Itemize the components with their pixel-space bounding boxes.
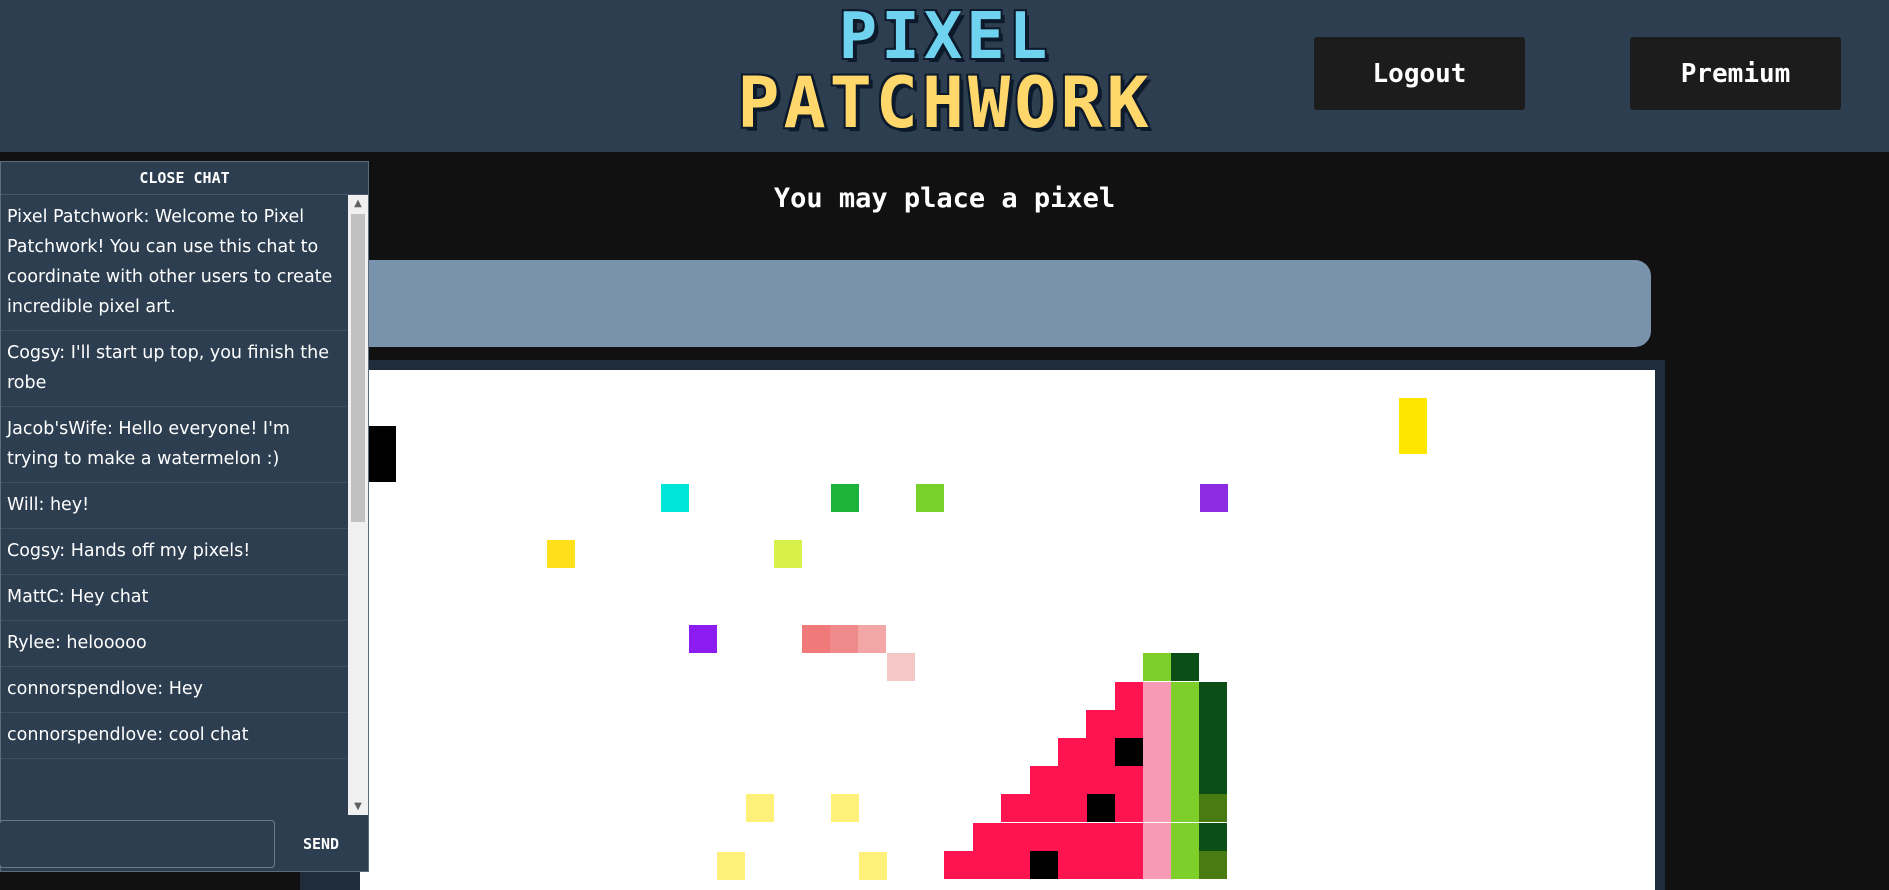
watermelon-rind-pixel [1171, 766, 1199, 794]
watermelon-rind-pixel [1171, 823, 1199, 851]
watermelon-rind-pixel [1171, 653, 1199, 681]
chat-message-input[interactable] [0, 820, 275, 868]
canvas-pixel [689, 625, 717, 653]
canvas-pixel [661, 484, 689, 512]
chat-message: Will: hey! [1, 483, 347, 529]
chat-message: Pixel Patchwork: Welcome to Pixel Patchw… [1, 195, 347, 331]
watermelon-rind-pixel [1199, 710, 1227, 738]
chat-scrollbar[interactable]: ▲ ▼ [348, 195, 368, 815]
scroll-thumb[interactable] [351, 214, 365, 522]
canvas-pixel [830, 625, 858, 653]
close-chat-button[interactable]: CLOSE CHAT [1, 162, 368, 195]
watermelon-seed-pixel [1030, 851, 1058, 879]
canvas-pixel [831, 794, 859, 822]
canvas-pixel [859, 852, 887, 880]
watermelon-rind-pixel [1199, 766, 1227, 794]
canvas-pixel [831, 484, 859, 512]
chat-message-list[interactable]: Pixel Patchwork: Welcome to Pixel Patchw… [1, 195, 347, 815]
watermelon-flesh-pixel [1001, 794, 1143, 822]
send-button[interactable]: SEND [286, 823, 356, 865]
pixel-canvas[interactable] [360, 370, 1655, 890]
chat-message: connorspendlove: cool chat [1, 713, 347, 759]
chat-message: Cogsy: Hands off my pixels! [1, 529, 347, 575]
chat-panel: CLOSE CHAT Pixel Patchwork: Welcome to P… [0, 161, 369, 872]
logo-word-patchwork: PATCHWORK [737, 62, 1153, 144]
canvas-pixel [774, 540, 802, 568]
watermelon-rind-pixel [1143, 766, 1171, 794]
chat-message: Cogsy: I'll start up top, you finish the… [1, 331, 347, 407]
watermelon-rind-pixel [1171, 738, 1199, 766]
watermelon-rind-pixel [1143, 653, 1171, 681]
chat-message: connorspendlove: Hey [1, 667, 347, 713]
canvas-pixel [746, 794, 774, 822]
canvas-pixel [858, 625, 886, 653]
scroll-up-arrow-icon[interactable]: ▲ [348, 195, 368, 212]
watermelon-rind-pixel [1171, 851, 1199, 879]
watermelon-rind-pixel [1171, 710, 1199, 738]
watermelon-rind-pixel [1143, 794, 1171, 822]
watermelon-rind-pixel [1171, 794, 1199, 822]
watermelon-rind-pixel [1199, 738, 1227, 766]
pixel-patchwork-logo: PIXEL PATCHWORK [700, 0, 1190, 150]
chat-message: Jacob'sWife: Hello everyone! I'm trying … [1, 407, 347, 483]
canvas-pixel [717, 852, 745, 880]
canvas-pixel [1399, 398, 1427, 454]
canvas-pixel [547, 540, 575, 568]
premium-button[interactable]: Premium [1630, 37, 1841, 110]
watermelon-rind-pixel [1143, 738, 1171, 766]
watermelon-rind-pixel [1199, 851, 1227, 879]
watermelon-rind-pixel [1143, 682, 1171, 710]
chat-input-row: SEND [0, 817, 368, 872]
watermelon-seed-pixel [1115, 738, 1143, 766]
color-palette-bar[interactable] [300, 260, 1651, 347]
watermelon-seed-pixel [1087, 794, 1115, 822]
logout-button[interactable]: Logout [1314, 37, 1525, 110]
watermelon-rind-pixel [1199, 682, 1227, 710]
scroll-down-arrow-icon[interactable]: ▼ [348, 798, 368, 815]
top-header: PIXEL PATCHWORK Logout Premium [0, 0, 1889, 152]
watermelon-rind-pixel [1143, 823, 1171, 851]
canvas-pixel [368, 426, 396, 482]
watermelon-flesh-pixel [973, 823, 1143, 851]
watermelon-rind-pixel [1199, 794, 1227, 822]
canvas-pixel [916, 484, 944, 512]
watermelon-rind-pixel [1143, 710, 1171, 738]
watermelon-flesh-pixel [1030, 766, 1143, 794]
watermelon-flesh-pixel [1086, 710, 1143, 738]
watermelon-rind-pixel [1143, 851, 1171, 879]
watermelon-flesh-pixel [1115, 682, 1143, 710]
canvas-pixel [1200, 484, 1228, 512]
chat-message: Rylee: helooooo [1, 621, 347, 667]
chat-message: MattC: Hey chat [1, 575, 347, 621]
canvas-pixel [887, 653, 915, 681]
watermelon-rind-pixel [1199, 823, 1227, 851]
canvas-pixel [802, 625, 830, 653]
watermelon-rind-pixel [1171, 682, 1199, 710]
